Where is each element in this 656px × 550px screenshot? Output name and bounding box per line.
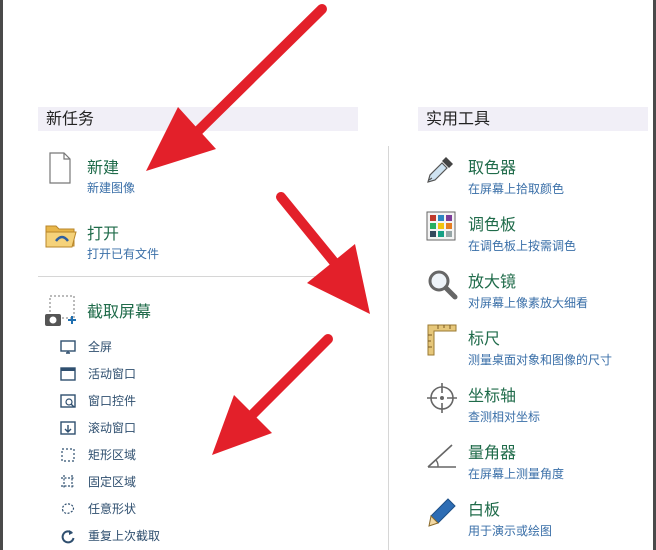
capture-window-control-label: 窗口控件 [88,394,137,408]
tool-whiteboard[interactable]: 白板 用于演示或绘图 [424,494,652,538]
annotation-arrow [276,192,370,314]
ruler-icon [427,324,457,356]
pen-icon [428,498,456,527]
tool-subtitle: 在屏幕上测量角度 [468,467,565,481]
tool-color-picker[interactable]: 取色器 在屏幕上拾取颜色 [424,152,652,196]
tool-subtitle: 用于演示或绘图 [468,524,553,538]
crosshair-icon [427,383,457,413]
section-header-new-task: 新任务 [38,107,358,131]
annotation-arrow [212,334,333,455]
tool-palette[interactable]: 调色板 在调色板上按需调色 [424,209,652,253]
capture-active-window-label: 活动窗口 [88,367,137,381]
folder-open-icon [45,225,77,248]
new-subtitle: 新建图像 [87,181,136,195]
magnifier-icon [428,270,458,300]
new-image-item[interactable]: 新建 新建图像 [44,150,244,195]
tool-title: 调色板 [468,215,517,234]
window-frame-left [0,0,3,550]
tool-protractor[interactable]: 量角器 在屏幕上测量角度 [424,437,652,481]
scroll-window-icon [60,421,76,435]
section-divider [38,276,358,277]
capture-title: 截取屏幕 [87,302,152,321]
eyedropper-icon [427,157,453,183]
capture-fixed-region-label: 固定区域 [88,475,137,489]
tool-title: 取色器 [468,158,517,177]
palette-icon [426,211,456,241]
capture-freeform-label: 任意形状 [88,502,137,516]
window-icon [60,367,76,381]
capture-fullscreen-label: 全屏 [88,340,113,354]
camera-capture-icon [45,295,76,326]
freeform-icon [61,503,75,514]
protractor-icon [427,444,456,468]
tool-title: 标尺 [468,329,501,348]
tool-title: 坐标轴 [468,386,517,405]
tool-magnifier[interactable]: 放大镜 对屏幕上像素放大细看 [424,266,652,310]
tool-subtitle: 查测相对坐标 [468,410,541,424]
repeat-icon [61,530,75,544]
monitor-icon [60,340,76,354]
tool-subtitle: 在调色板上按需调色 [468,239,577,253]
window-control-icon [60,394,76,408]
section-header-tools: 实用工具 [418,107,648,131]
capture-scroll-window-label: 滚动窗口 [88,421,137,435]
capture-rectangle-label: 矩形区域 [88,448,137,462]
tool-subtitle: 在屏幕上拾取颜色 [468,182,565,196]
tool-subtitle: 对屏幕上像素放大细看 [468,296,589,310]
capture-repeat-last-label: 重复上次截取 [88,529,161,543]
open-subtitle: 打开已有文件 [87,247,160,261]
new-file-icon [49,152,71,184]
tool-title: 白板 [468,500,501,519]
fixed-region-icon [61,475,75,489]
open-title: 打开 [87,224,120,243]
capture-screen-item[interactable]: 截取屏幕 [44,294,244,330]
tool-coordinate-axis[interactable]: 坐标轴 查测相对坐标 [424,380,652,424]
rectangle-select-icon [61,448,75,462]
tool-title: 量角器 [468,443,517,462]
column-divider [388,146,389,550]
open-file-item[interactable]: 打开 打开已有文件 [44,216,244,261]
new-title: 新建 [87,158,120,177]
tool-title: 放大镜 [468,272,517,291]
tool-ruler[interactable]: 标尺 测量桌面对象和图像的尺寸 [424,323,656,367]
tool-subtitle: 测量桌面对象和图像的尺寸 [468,353,613,367]
annotation-arrow [146,4,327,171]
